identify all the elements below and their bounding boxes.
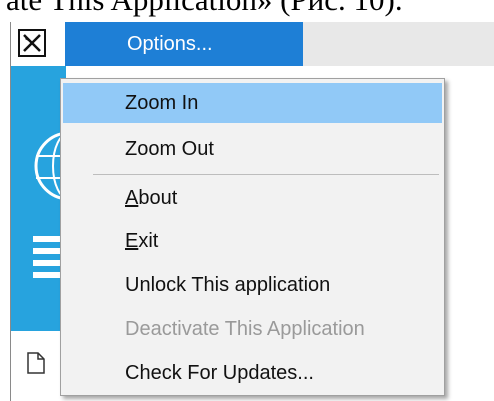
- menu-item-label: Zoom Out: [125, 138, 214, 160]
- menu-item-about[interactable]: About: [63, 178, 442, 218]
- menu-item-label: Unlock This application: [125, 274, 331, 296]
- title-bar: Options...: [11, 22, 494, 66]
- menu-item-check-updates[interactable]: Check For Updates...: [63, 353, 442, 393]
- menu-item-unlock[interactable]: Unlock This application: [63, 265, 442, 305]
- airplane-icon: [18, 29, 46, 57]
- options-dropdown-menu: Zoom In Zoom Out About Exit Unlock This …: [60, 78, 445, 396]
- document-icon[interactable]: [27, 352, 45, 374]
- menu-item-label: Deactivate This Application: [125, 318, 365, 340]
- menu-item-accelerator: A: [125, 187, 139, 209]
- menu-item-label: bout: [138, 187, 178, 209]
- sidebar: [11, 66, 66, 331]
- options-button[interactable]: Options...: [65, 22, 303, 66]
- menu-item-deactivate: Deactivate This Application: [63, 309, 442, 349]
- menu-item-label: xit: [138, 230, 159, 252]
- menu-item-exit[interactable]: Exit: [63, 221, 442, 261]
- document-caption: ate This Application» (Рис. 10).: [0, 0, 494, 22]
- menu-item-accelerator: E: [125, 230, 139, 252]
- menu-item-zoom-in[interactable]: Zoom In: [63, 83, 442, 123]
- menu-item-label: Check For Updates...: [125, 362, 314, 384]
- app-icon-container[interactable]: [11, 22, 65, 66]
- menu-item-label: Zoom In: [125, 92, 199, 114]
- menu-item-zoom-out[interactable]: Zoom Out: [63, 129, 442, 169]
- menu-separator: [93, 174, 439, 175]
